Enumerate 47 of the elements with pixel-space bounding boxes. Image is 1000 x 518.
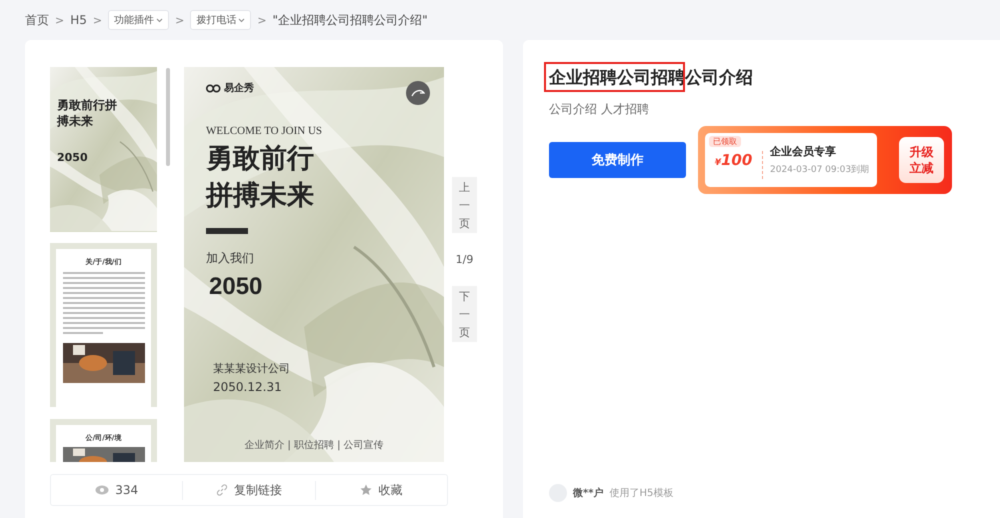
breadcrumb-separator: > xyxy=(257,14,267,26)
breadcrumb-current: "企业招聘公司招聘公司介绍" xyxy=(272,12,428,28)
thumbnail-year: 2050 xyxy=(57,151,89,164)
breadcrumb-separator: > xyxy=(55,14,64,26)
chevron-down-icon xyxy=(156,18,164,22)
headline: 拼搏未来 xyxy=(206,179,315,213)
view-count: 334 xyxy=(95,483,138,497)
date-text: 2050.12.31 xyxy=(213,380,283,394)
page-thumbnail[interactable]: 勇敢前行拼搏未来 2050 xyxy=(50,67,157,231)
headline: 勇敢前行 xyxy=(206,142,315,176)
year-text: 2050 xyxy=(209,273,264,301)
eye-icon xyxy=(95,485,110,495)
scrollbar[interactable] xyxy=(166,68,170,166)
join-text: 加入我们 xyxy=(206,250,255,267)
chevron-down-icon xyxy=(238,18,246,22)
breadcrumb-separator: > xyxy=(92,14,102,26)
breadcrumb-link[interactable]: 首页 xyxy=(25,12,49,28)
copy-link-button[interactable]: 复制链接 xyxy=(210,480,288,500)
template-tag: 公司介绍 xyxy=(549,101,597,118)
breadcrumb-dropdown[interactable]: 拨打电话 xyxy=(190,10,252,30)
template-tag: 人才招聘 xyxy=(601,101,649,118)
user-name: 微**户 xyxy=(573,486,604,500)
brand-name: 易企秀 xyxy=(224,82,254,95)
breadcrumb-link[interactable]: H5 xyxy=(70,13,87,27)
previous-page-button[interactable]: 上一页 xyxy=(452,177,477,233)
upgrade-button[interactable]: 升级 立减 xyxy=(899,137,944,183)
coupon-expiry: 2024-03-07 09:03到期 xyxy=(770,164,870,176)
star-icon xyxy=(360,484,372,496)
free-make-button[interactable]: 免费制作 xyxy=(549,142,686,178)
brand-logo-icon xyxy=(206,84,221,92)
page-indicator: 1/9 xyxy=(456,253,474,266)
breadcrumb-dropdown[interactable]: 功能插件 xyxy=(108,10,170,30)
coupon-amount: 100 xyxy=(720,151,752,169)
accent-bar xyxy=(206,228,248,234)
link-icon xyxy=(216,484,228,496)
coupon-name: 企业会员专享 xyxy=(770,144,837,159)
favorite-button[interactable]: 收藏 xyxy=(354,480,408,500)
currency-symbol: ¥ xyxy=(714,158,721,168)
breadcrumb-separator: > xyxy=(175,14,184,26)
thumbnail-headline: 勇敢前行拼搏未来 xyxy=(57,97,117,129)
music-icon xyxy=(411,89,425,97)
poster-footer: 企业简介 | 职位招聘 | 公司宣传 xyxy=(184,438,444,452)
welcome-text: WELCOME TO JOIN US xyxy=(206,125,324,137)
next-page-button[interactable]: 下一页 xyxy=(452,286,477,342)
coupon-status: 已领取 xyxy=(709,136,741,147)
company-name: 某某某设计公司 xyxy=(213,361,291,376)
usage-text: 使用了H5模板 xyxy=(609,486,674,500)
